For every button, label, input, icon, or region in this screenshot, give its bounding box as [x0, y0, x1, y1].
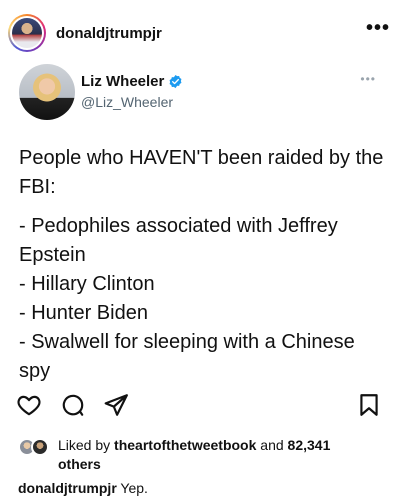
likes-prefix: Liked by: [58, 437, 115, 453]
tweet-intro: People who HAVEN'T been raided by the FB…: [19, 147, 384, 198]
tweet-image: Liz Wheeler @Liz_Wheeler ••• People who …: [0, 62, 404, 384]
likes-row: Liked by theartofthetweetbook and 82,341…: [18, 434, 398, 474]
tweet-author-avatar: [19, 64, 75, 120]
verified-badge-icon: [169, 74, 182, 89]
liker-username[interactable]: theartofthetweetbook: [114, 437, 256, 453]
likes-middle: and: [256, 437, 288, 453]
caption-text: Yep.: [120, 480, 148, 496]
likes-suffix[interactable]: others: [58, 456, 101, 472]
tweet-author-name: Liz Wheeler: [81, 73, 165, 90]
caption-username[interactable]: donaldjtrumpjr: [18, 480, 117, 496]
tweet-list-item: - Hillary Clinton: [19, 273, 155, 295]
tweet-list: - Pedophiles associated with Jeffrey Eps…: [19, 212, 389, 386]
tweet-author-name-row: Liz Wheeler: [81, 73, 183, 90]
liker-avatar: [31, 438, 49, 456]
tweet-list-item: - Swalwell for sleeping with a Chinese s…: [19, 331, 355, 382]
post-header: donaldjtrumpjr •••: [0, 0, 404, 64]
tweet-more-icon: •••: [360, 72, 376, 86]
post-caption: donaldjtrumpjr Yep.: [18, 480, 148, 496]
heart-icon[interactable]: [16, 392, 42, 418]
comment-icon[interactable]: [60, 392, 86, 418]
avatar-photo: [12, 18, 42, 48]
tweet-list-item: - Pedophiles associated with Jeffrey Eps…: [19, 215, 338, 266]
send-icon[interactable]: [103, 392, 129, 418]
more-options-icon[interactable]: •••: [366, 18, 390, 38]
post-username[interactable]: donaldjtrumpjr: [56, 25, 162, 42]
bookmark-icon[interactable]: [356, 392, 382, 418]
likes-text[interactable]: Liked by theartofthetweetbook and 82,341…: [58, 436, 403, 474]
avatar-inner: [10, 16, 44, 50]
profile-avatar[interactable]: [8, 14, 46, 52]
liker-avatars: [18, 438, 52, 456]
tweet-list-item: - Hunter Biden: [19, 302, 148, 324]
likes-count[interactable]: 82,341: [288, 437, 331, 453]
tweet-author-handle: @Liz_Wheeler: [81, 94, 174, 110]
post-actions: [0, 392, 404, 422]
tweet-body: People who HAVEN'T been raided by the FB…: [19, 144, 389, 386]
